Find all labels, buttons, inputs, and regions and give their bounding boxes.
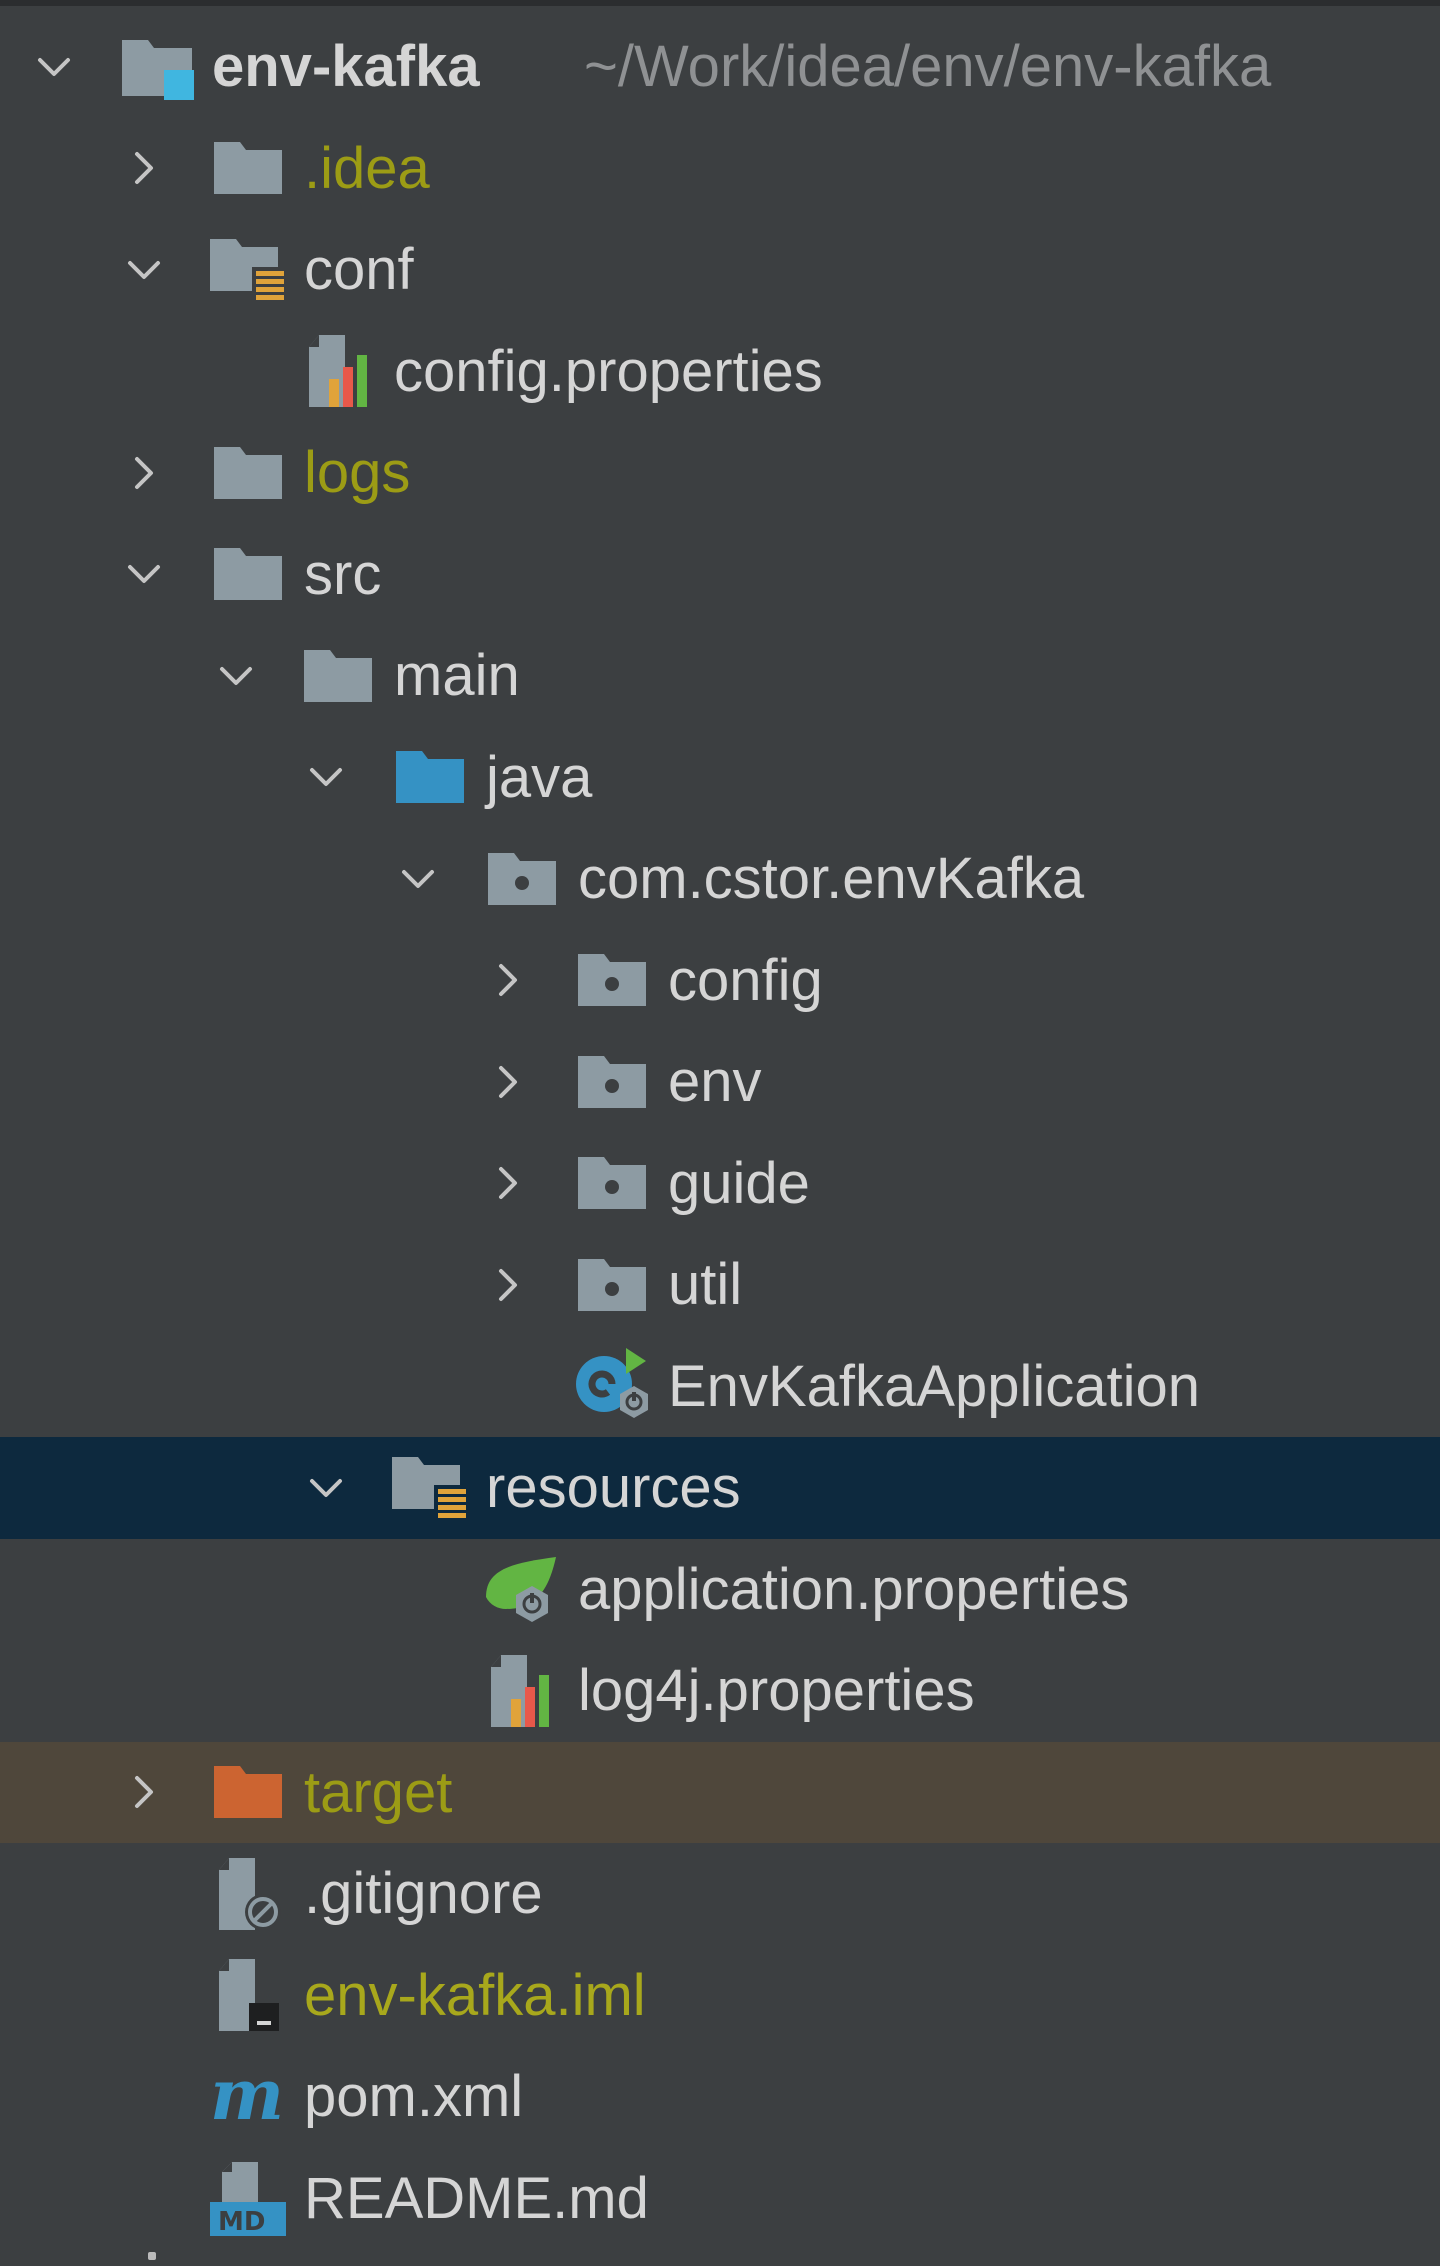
tree-row-conf[interactable]: conf — [0, 219, 1440, 321]
excluded-folder-icon — [208, 1742, 288, 1844]
chevron-down-icon[interactable] — [394, 828, 442, 930]
properties-file-icon — [300, 321, 380, 423]
tree-row-resources[interactable]: resources — [0, 1437, 1440, 1539]
spring-boot-class-icon — [572, 1336, 652, 1438]
package-label: com.cstor.envKafka — [578, 846, 1085, 911]
window-top-border — [0, 0, 1440, 6]
tree-row-readme[interactable]: MD README.md — [0, 2148, 1440, 2250]
package-label-util: util — [668, 1252, 743, 1317]
resources-folder-icon — [390, 1437, 470, 1539]
file-label-config-properties: config.properties — [394, 338, 823, 404]
package-label-config: config — [668, 947, 823, 1013]
chevron-down-icon[interactable] — [120, 524, 168, 626]
chevron-down-icon[interactable] — [302, 1437, 350, 1539]
folder-icon — [208, 524, 288, 626]
chevron-right-icon[interactable] — [120, 1742, 168, 1844]
tree-row-project-root[interactable]: env-kafka ~/Work/idea/env/env-kafka — [0, 16, 1440, 118]
folder-label-src: src — [304, 541, 382, 607]
chevron-down-icon[interactable] — [302, 727, 350, 829]
source-folder-icon — [390, 727, 470, 829]
tree-row-iml[interactable]: env-kafka.iml — [0, 1945, 1440, 2047]
ignore-file-icon — [210, 1843, 290, 1945]
tree-row-idea[interactable]: .idea — [0, 118, 1440, 220]
folder-icon — [298, 625, 378, 727]
chevron-right-icon[interactable] — [120, 118, 168, 220]
tree-row-package[interactable]: com.cstor.envKafka — [0, 828, 1440, 930]
tree-row-gitignore[interactable]: .gitignore — [0, 1843, 1440, 1945]
tree-row-main[interactable]: main — [0, 625, 1440, 727]
file-label-application-properties: application.properties — [578, 1556, 1130, 1622]
tree-row-java[interactable]: java — [0, 727, 1440, 829]
file-label-iml: env-kafka.iml — [304, 1962, 646, 2028]
tree-row-application-properties[interactable]: application.properties — [0, 1539, 1440, 1641]
chevron-down-icon[interactable] — [120, 219, 168, 321]
resources-folder-icon — [208, 219, 288, 321]
file-label-log4j-properties: log4j.properties — [578, 1658, 975, 1723]
tree-row-log4j-properties[interactable]: log4j.properties — [0, 1640, 1440, 1742]
spring-properties-icon — [482, 1539, 562, 1641]
svg-text:m: m — [210, 2067, 284, 2127]
chevron-right-icon[interactable] — [484, 930, 532, 1032]
folder-label-target: target — [304, 1759, 453, 1825]
maven-icon: m — [208, 2046, 288, 2148]
scroll-indicator — [148, 2252, 156, 2260]
properties-file-icon — [482, 1640, 562, 1742]
package-icon — [572, 1031, 652, 1133]
folder-icon — [208, 118, 288, 220]
tree-row-app-class[interactable]: EnvKafkaApplication — [0, 1336, 1440, 1438]
chevron-down-icon[interactable] — [30, 16, 78, 118]
tree-row-pkg-guide[interactable]: guide — [0, 1133, 1440, 1235]
tree-row-pom[interactable]: m pom.xml — [0, 2046, 1440, 2148]
package-label-env: env — [668, 1049, 762, 1114]
file-label-readme: README.md — [304, 2165, 649, 2231]
package-icon — [482, 828, 562, 930]
chevron-right-icon[interactable] — [484, 1031, 532, 1133]
folder-label-idea: .idea — [304, 135, 430, 201]
package-icon — [572, 1234, 652, 1336]
tree-row-logs[interactable]: logs — [0, 422, 1440, 524]
svg-text:MD: MD — [218, 2207, 265, 2237]
iml-file-icon — [210, 1945, 290, 2047]
file-label-pom: pom.xml — [304, 2064, 524, 2129]
tree-row-target[interactable]: target — [0, 1741, 1440, 1844]
chevron-down-icon[interactable] — [212, 625, 260, 727]
tree-row-pkg-env[interactable]: env — [0, 1031, 1440, 1133]
chevron-right-icon[interactable] — [484, 1234, 532, 1336]
project-name: env-kafka — [212, 34, 480, 99]
folder-label-java: java — [486, 744, 593, 810]
folder-label-resources: resources — [486, 1455, 741, 1520]
folder-label-conf: conf — [304, 237, 414, 302]
file-label-app-class: EnvKafkaApplication — [668, 1353, 1200, 1419]
markdown-icon: MD — [208, 2148, 288, 2250]
tree-row-pkg-config[interactable]: config — [0, 930, 1440, 1032]
folder-label-main: main — [394, 643, 520, 708]
package-icon — [572, 930, 652, 1032]
module-folder-icon — [118, 16, 198, 118]
package-icon — [572, 1133, 652, 1235]
chevron-right-icon[interactable] — [120, 422, 168, 524]
package-label-guide: guide — [668, 1150, 810, 1216]
chevron-right-icon[interactable] — [484, 1133, 532, 1235]
tree-row-src[interactable]: src — [0, 524, 1440, 626]
file-label-gitignore: .gitignore — [304, 1861, 543, 1926]
folder-icon — [208, 422, 288, 524]
tree-row-config-properties[interactable]: config.properties — [0, 321, 1440, 423]
project-path: ~/Work/idea/env/env-kafka — [584, 34, 1272, 99]
project-tree: env-kafka ~/Work/idea/env/env-kafka .ide… — [0, 16, 1440, 2249]
tree-row-pkg-util[interactable]: util — [0, 1234, 1440, 1336]
folder-label-logs: logs — [304, 440, 411, 505]
